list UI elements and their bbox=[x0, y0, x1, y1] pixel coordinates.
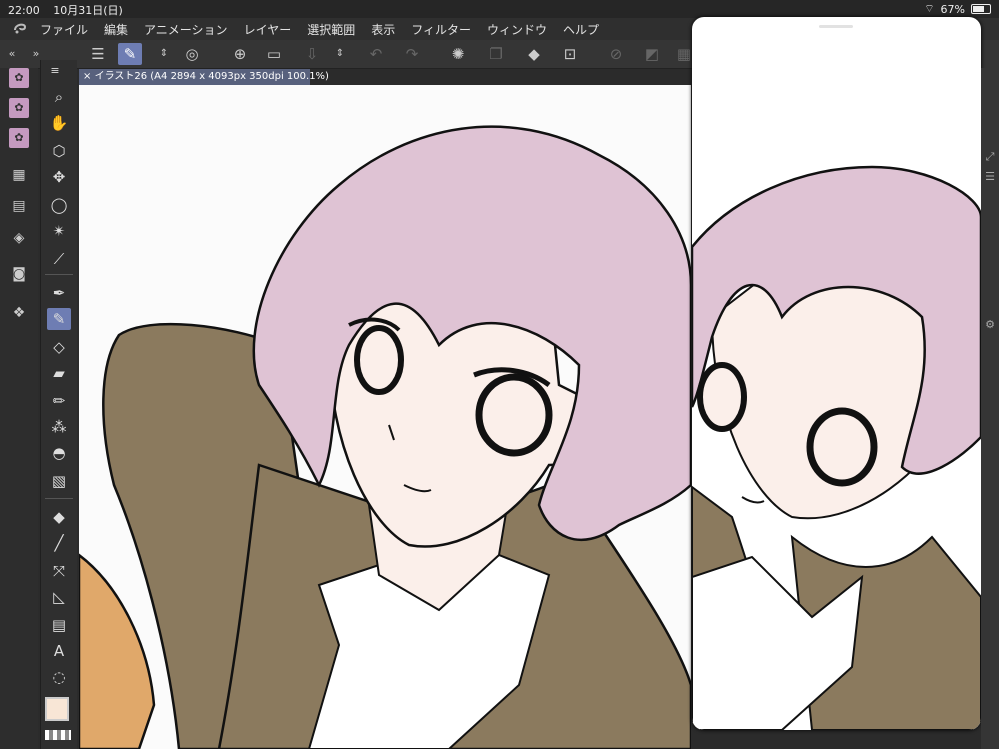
eyedropper-icon[interactable]: ⟋ bbox=[47, 248, 71, 270]
save-icon[interactable]: ⇩ bbox=[300, 43, 324, 65]
frame-tool-icon[interactable]: ◺ bbox=[47, 586, 71, 608]
fill-tool-icon[interactable]: ◆ bbox=[47, 506, 71, 528]
status-date: 10月31日(日) bbox=[53, 4, 123, 17]
open-folder-icon[interactable]: ▭ bbox=[262, 43, 286, 65]
subview-3-icon[interactable]: ✿ bbox=[9, 128, 29, 148]
ruler-tool-icon[interactable]: ▤ bbox=[47, 614, 71, 636]
tool-palette: ≡ ⌕ ✋ ⬡ ✥ ◯ ✴ ⟋ ✒ ✎ ◇ ▰ ✏ ⁂ ◓ ▧ ◆ ╱ ⤧ ◺ … bbox=[40, 60, 77, 749]
marker-tool-icon[interactable]: ▰ bbox=[47, 362, 71, 384]
document-tab[interactable]: × イラスト26 (A4 2894 x 4093px 350dpi 100.1%… bbox=[79, 69, 329, 85]
tab-close-icon[interactable]: × bbox=[83, 71, 91, 82]
subview-1-icon[interactable]: ✿ bbox=[9, 68, 29, 88]
new-file-icon[interactable]: ⊕ bbox=[228, 43, 252, 65]
airbrush-tool-icon[interactable]: ⁂ bbox=[47, 416, 71, 438]
eraser-tool-icon[interactable]: ◇ bbox=[47, 336, 71, 358]
menu-view[interactable]: 表示 bbox=[371, 21, 395, 38]
left-panel: ✿ ✿ ✿ ▦ ▤ ◈ ◙ ❖ bbox=[0, 68, 38, 749]
status-bar: 22:00 10月31日(日) ⌔ 67% bbox=[0, 0, 999, 18]
right-edge-panel: ⤢ ☰ ⚙ bbox=[981, 68, 999, 749]
menu-file[interactable]: ファイル bbox=[40, 21, 88, 38]
tool-separator bbox=[45, 274, 73, 275]
gradient-icon[interactable]: ◩ bbox=[640, 43, 664, 65]
menu-layer[interactable]: レイヤー bbox=[244, 21, 292, 38]
battery-icon bbox=[971, 4, 991, 14]
panel-settings-icon[interactable]: ⚙ bbox=[983, 318, 997, 332]
tool-separator bbox=[45, 498, 73, 499]
menu-edit[interactable]: 編集 bbox=[104, 21, 128, 38]
materials-icon[interactable]: ❖ bbox=[9, 303, 29, 323]
magic-wand-icon[interactable]: ✴ bbox=[47, 220, 71, 242]
operation-tool-icon[interactable]: ⬡ bbox=[47, 140, 71, 162]
updown-toggle-icon[interactable]: ⇕ bbox=[152, 43, 176, 65]
menu-help[interactable]: ヘルプ bbox=[563, 21, 599, 38]
pencil-tool-icon[interactable]: ✏ bbox=[47, 390, 71, 412]
lasso-tool-icon[interactable]: ◯ bbox=[47, 194, 71, 216]
filmstrip-icon[interactable]: ▤ bbox=[9, 196, 29, 216]
wifi-icon: ⌔ bbox=[924, 2, 935, 15]
fill-icon[interactable]: ◆ bbox=[522, 43, 546, 65]
menu-selection[interactable]: 選択範囲 bbox=[307, 21, 355, 38]
battery-percent: 67% bbox=[940, 2, 965, 16]
layers-icon[interactable]: ◈ bbox=[9, 228, 29, 248]
transform-icon[interactable]: ⊡ bbox=[558, 43, 582, 65]
palette-icon[interactable]: ▦ bbox=[9, 165, 29, 185]
sub-view-artwork bbox=[692, 127, 981, 730]
spiral-icon[interactable]: ◎ bbox=[180, 43, 204, 65]
subview-2-icon[interactable]: ✿ bbox=[9, 98, 29, 118]
zoom-tool-icon[interactable]: ⌕ bbox=[47, 86, 71, 108]
main-color-swatch[interactable] bbox=[45, 697, 69, 721]
copy-layer-icon[interactable]: ❐ bbox=[484, 43, 508, 65]
blend-tool-icon[interactable]: ◓ bbox=[47, 442, 71, 464]
expand-panel-icon[interactable]: ⤢ bbox=[983, 150, 997, 164]
loading-icon[interactable]: ✺ bbox=[446, 43, 470, 65]
tab-title: イラスト26 (A4 2894 x 4093px 350dpi 100.1%) bbox=[94, 71, 329, 82]
transparent-color-swatch[interactable] bbox=[45, 730, 71, 740]
move-tool-icon[interactable]: ✥ bbox=[47, 166, 71, 188]
illustration-artwork bbox=[79, 85, 691, 749]
line-tool-icon[interactable]: ╱ bbox=[47, 532, 71, 554]
redo-icon[interactable]: ↷ bbox=[400, 43, 424, 65]
quick-access-icon[interactable]: ✎ bbox=[118, 43, 142, 65]
clear-icon[interactable]: ⊘ bbox=[604, 43, 628, 65]
main-canvas[interactable] bbox=[79, 85, 691, 749]
collapse-left-icon[interactable]: « bbox=[0, 43, 24, 65]
tool-menu-icon[interactable]: ≡ bbox=[43, 60, 67, 82]
camera-icon[interactable]: ◙ bbox=[9, 264, 29, 284]
text-tool-icon[interactable]: A bbox=[47, 640, 71, 662]
menu-animation[interactable]: アニメーション bbox=[144, 21, 228, 38]
gradient-tool-icon[interactable]: ▧ bbox=[47, 470, 71, 492]
status-time: 22:00 bbox=[8, 4, 40, 17]
save-updown-icon[interactable]: ⇕ bbox=[328, 43, 352, 65]
panel-options-icon[interactable]: ☰ bbox=[983, 170, 997, 184]
app-logo-icon[interactable] bbox=[0, 21, 40, 38]
hand-tool-icon[interactable]: ✋ bbox=[47, 112, 71, 134]
menu-window[interactable]: ウィンドウ bbox=[487, 21, 547, 38]
menu-filter[interactable]: フィルター bbox=[411, 21, 471, 38]
undo-icon[interactable]: ↶ bbox=[364, 43, 388, 65]
hamburger-menu-icon[interactable]: ☰ bbox=[86, 43, 110, 65]
vector-tool-icon[interactable]: ⤧ bbox=[47, 560, 71, 582]
brush-tool-icon[interactable]: ✎ bbox=[47, 308, 71, 330]
sub-view-panel[interactable] bbox=[692, 17, 981, 730]
pen-tool-icon[interactable]: ✒ bbox=[47, 282, 71, 304]
balloon-tool-icon[interactable]: ◌ bbox=[47, 666, 71, 688]
